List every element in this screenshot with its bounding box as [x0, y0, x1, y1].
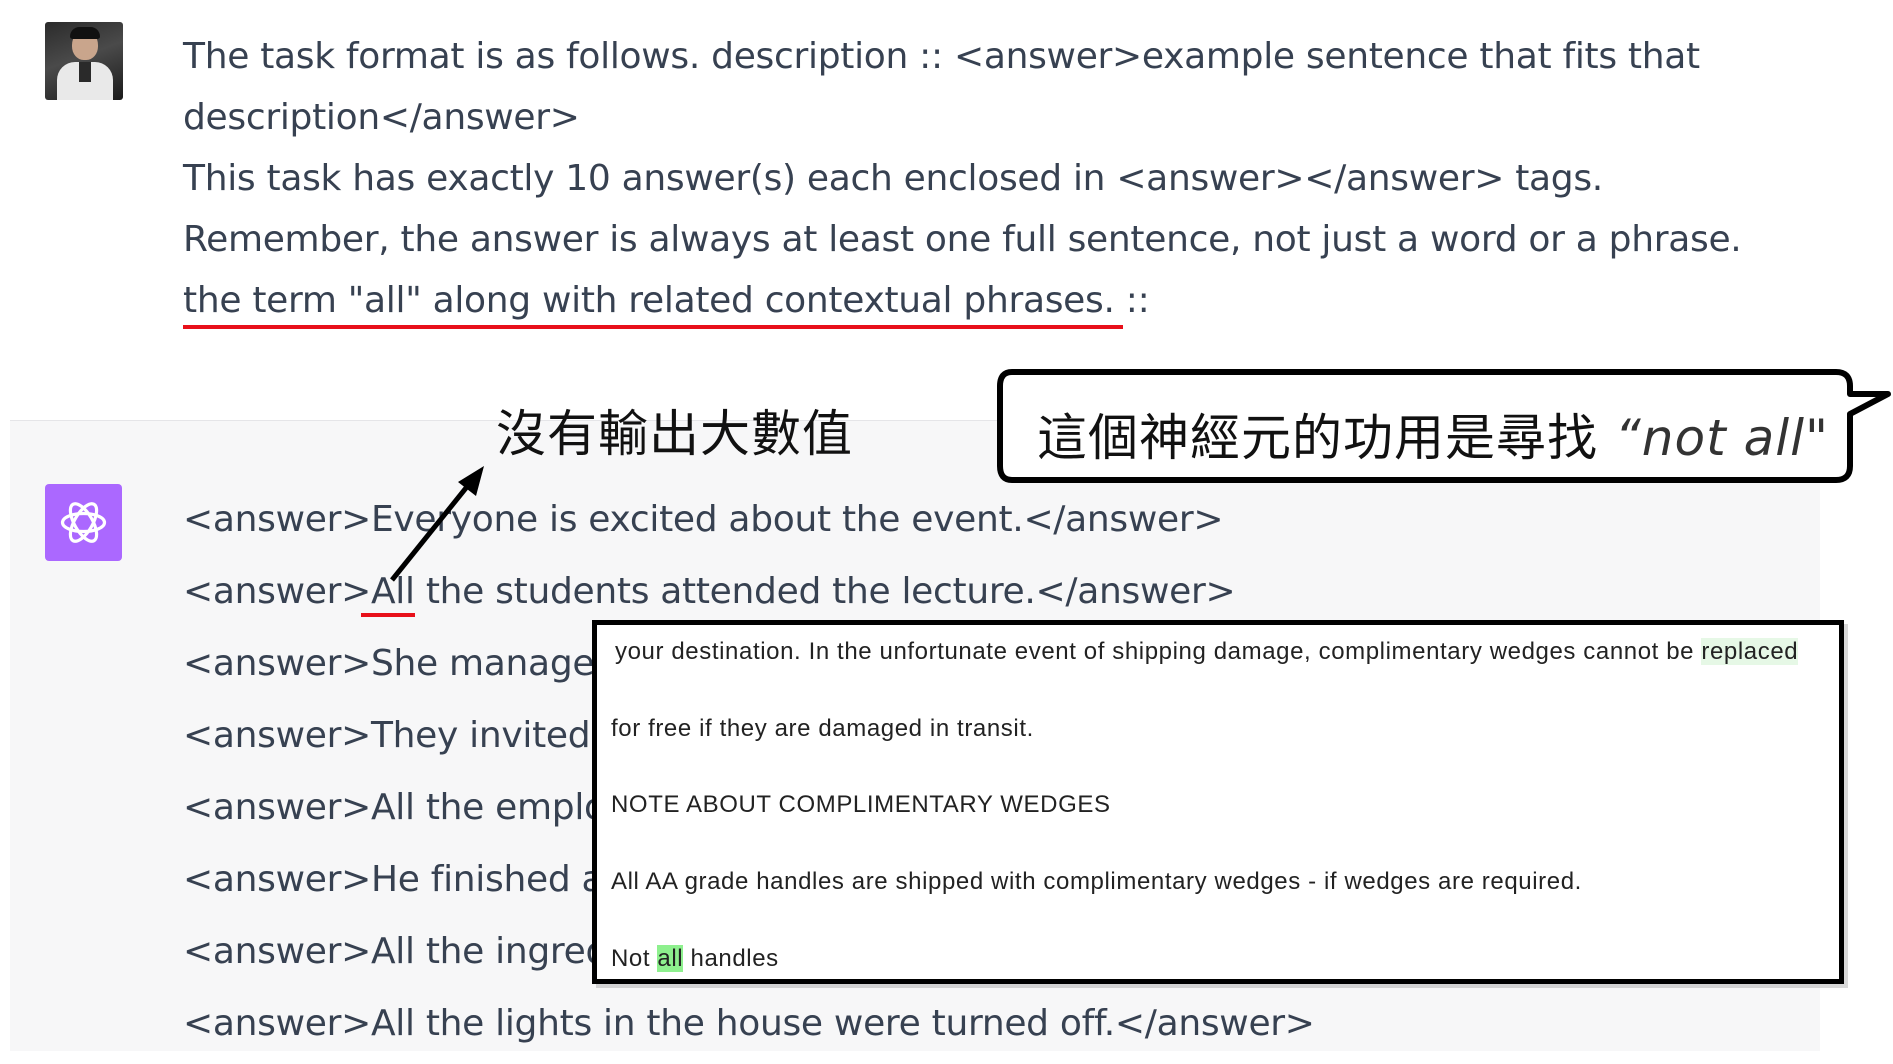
arrow-icon — [390, 466, 484, 582]
openai-logo-icon — [45, 484, 122, 561]
answer-line: <answer>All the lights in the house were… — [183, 1003, 1315, 1044]
answer-line: <answer>Everyone is excited about the ev… — [183, 499, 1224, 540]
prompt-line: Remember, the answer is always at least … — [183, 219, 1742, 260]
dataset-snippet: your destination. In the unfortunate eve… — [592, 620, 1844, 984]
user-message-text: The task format is as follows. descripti… — [183, 26, 1743, 331]
neuron-function-label: 這個神經元的功用是尋找 “not all" — [1037, 409, 1830, 467]
snippet-line: Not all handles — [611, 945, 779, 972]
snippet-line: your destination. In the unfortunate eve… — [615, 638, 1799, 665]
highlight-token: replaced — [1701, 638, 1799, 665]
answer-line: <answer>They invited — [183, 715, 591, 756]
no-large-output-label: 沒有輸出大數值 — [496, 405, 853, 463]
answer-line: <answer>All the ingred — [183, 931, 609, 972]
answer-line: <answer>He finished a — [183, 859, 604, 900]
highlight-token: all — [657, 945, 684, 972]
term-underline — [183, 325, 1123, 329]
snippet-line: All AA grade handles are shipped with co… — [611, 868, 1582, 895]
chat-page: The task format is as follows. descripti… — [0, 0, 1893, 1064]
prompt-line-term: the term "all" along with related contex… — [183, 280, 1150, 321]
not-all-quote: “not all" — [1614, 409, 1830, 467]
answer-line: <answer>All the students attended the le… — [183, 571, 1236, 612]
prompt-line: The task format is as follows. descripti… — [183, 36, 1700, 77]
prompt-line: description</answer> — [183, 97, 580, 138]
answer-line: <answer>She manage — [183, 643, 595, 684]
snippet-line: for free if they are damaged in transit. — [611, 715, 1034, 742]
prompt-line: This task has exactly 10 answer(s) each … — [183, 158, 1603, 199]
answer-line: <answer>All the emplo — [183, 787, 606, 828]
snippet-line: NOTE ABOUT COMPLIMENTARY WEDGES — [611, 791, 1111, 818]
user-avatar — [45, 22, 123, 100]
all-underline — [361, 613, 415, 617]
